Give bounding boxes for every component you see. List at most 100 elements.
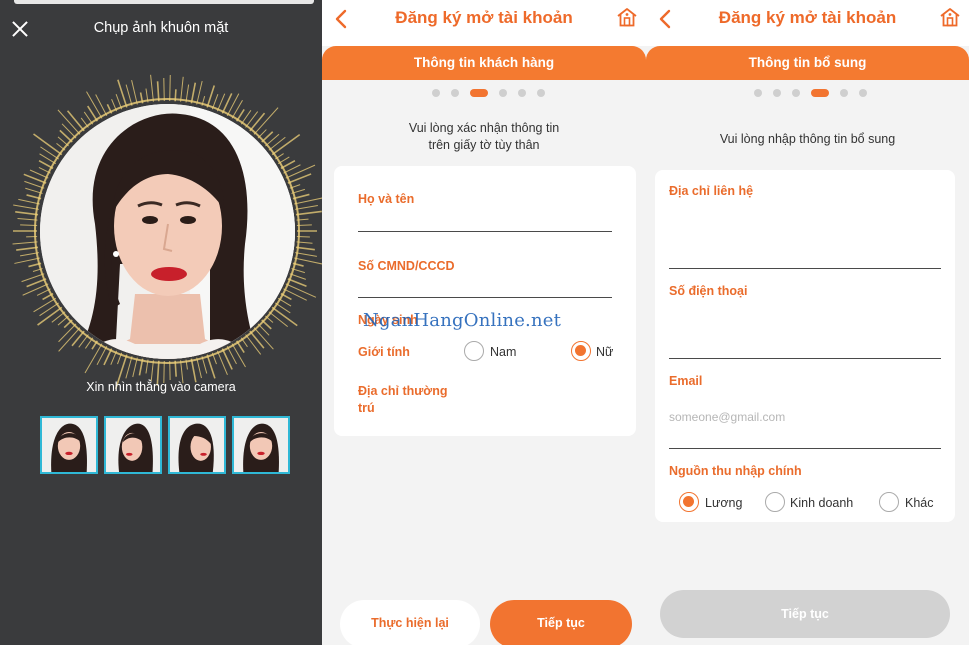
camera-frame-ray	[285, 283, 317, 298]
email-label: Email	[669, 374, 703, 388]
face-thumbnail-left[interactable]	[104, 416, 162, 474]
step-indicator	[754, 88, 867, 98]
income-radio-salary[interactable]	[679, 492, 699, 512]
section-title: Thông tin bổ sung	[646, 46, 969, 80]
camera-frame-ray	[14, 257, 40, 264]
step-dot	[518, 89, 526, 97]
instruction-line-2: trên giấy tờ tùy thân	[428, 138, 540, 152]
camera-frame-ray	[131, 79, 138, 105]
continue-button[interactable]: Tiếp tục	[490, 600, 632, 645]
gender-radio-female[interactable]	[571, 341, 591, 361]
income-option-business: Kinh doanh	[790, 496, 854, 510]
face-thumbnail-image	[170, 418, 224, 472]
camera-frame-ray	[190, 358, 197, 383]
contact-address-label: Địa chỉ liên hệ	[669, 184, 754, 198]
additional-info-card: Địa chỉ liên hệ Số điện thoại Email some…	[655, 170, 955, 522]
camera-frame-ray	[285, 164, 316, 179]
camera-frame-ray	[13, 204, 39, 210]
step-dot	[499, 89, 507, 97]
full-name-field[interactable]	[358, 231, 612, 232]
camera-frame-ray	[15, 211, 39, 216]
address-label-line-2: trú	[358, 401, 375, 415]
camera-frame-ray	[40, 146, 59, 160]
camera-frame-ray	[24, 180, 45, 189]
home-icon[interactable]	[616, 6, 638, 28]
camera-frame-ray	[295, 252, 317, 257]
camera-frame-ray	[226, 93, 240, 117]
gender-option-male: Nam	[490, 345, 517, 359]
camera-frame-ray	[283, 288, 307, 301]
instruction-line-1: Vui lòng xác nhận thông tin	[408, 121, 560, 135]
step-dot	[792, 89, 800, 97]
phone-label: Số điện thoại	[669, 284, 748, 298]
step-dot	[840, 89, 848, 97]
camera-frame-ray	[58, 323, 77, 343]
camera-frame-ray	[39, 302, 59, 317]
retry-button[interactable]: Thực hiện lại	[340, 600, 480, 645]
income-option-other: Khác	[905, 496, 934, 510]
camera-frame-ray	[180, 76, 184, 102]
camera-frame-ray	[37, 306, 63, 326]
step-indicator	[432, 88, 545, 98]
step-dot	[432, 89, 440, 97]
gender-radio-male[interactable]	[464, 341, 484, 361]
camera-frame-ray	[295, 210, 322, 216]
id-number-label: Số CMND/CCCD	[358, 259, 455, 273]
camera-frame-ray	[196, 357, 202, 379]
additional-info-screen: Đăng ký mở tài khoản Thông tin bổ sung V…	[646, 0, 969, 645]
camera-frame-ray	[249, 330, 265, 349]
continue-button-disabled[interactable]: Tiếp tục	[660, 590, 950, 638]
camera-frame-ray	[196, 80, 203, 105]
face-thumbnail-front[interactable]	[40, 416, 98, 474]
camera-frame-ray	[271, 306, 298, 327]
camera-preview	[40, 104, 295, 359]
instruction-text: Vui lòng nhập thông tin bổ sung	[719, 132, 896, 146]
step-dot	[451, 89, 459, 97]
full-name-label: Họ và tên	[358, 192, 415, 206]
phone-field[interactable]	[669, 358, 941, 359]
watermark-text: NganHangOnline.net	[363, 310, 562, 331]
step-dot	[754, 89, 762, 97]
camera-frame-ray	[150, 360, 154, 382]
camera-frame-ray	[22, 283, 49, 296]
camera-frame-ray	[95, 94, 108, 117]
customer-info-card: Họ và tên Số CMND/CCCD Ngày sinh Giới tí…	[334, 166, 636, 436]
page-title: Đăng ký mở tài khoản	[718, 8, 897, 27]
email-field[interactable]	[669, 448, 941, 449]
camera-frame-ray	[33, 297, 57, 313]
income-radio-other[interactable]	[879, 492, 899, 512]
app-header: Đăng ký mở tài khoản	[646, 0, 969, 46]
camera-frame-ray	[206, 85, 216, 108]
face-thumbnail-image	[106, 418, 160, 472]
contact-address-field[interactable]	[669, 268, 941, 269]
app-header: Đăng ký mở tài khoản	[322, 0, 646, 46]
camera-frame-ray	[16, 246, 39, 251]
step-dot	[773, 89, 781, 97]
email-placeholder: someone@gmail.com	[669, 410, 786, 424]
camera-frame-ray	[206, 354, 216, 379]
address-label-line-1: Địa chỉ thường	[358, 384, 448, 398]
camera-frame-ray	[268, 311, 288, 328]
camera-hint: Xin nhìn thẳng vào camera	[86, 380, 236, 394]
face-thumbnail-image	[234, 418, 288, 472]
camera-frame-ray	[268, 136, 286, 151]
face-thumbnail-right[interactable]	[168, 416, 226, 474]
camera-frame-ray	[253, 327, 274, 350]
face-thumbnail-image	[42, 418, 96, 472]
camera-frame-ray	[18, 198, 40, 205]
step-dot-active	[470, 89, 488, 97]
camera-frame-ray	[231, 343, 246, 368]
income-source-label: Nguồn thu nhập chính	[669, 464, 802, 478]
camera-frame-ray	[190, 82, 197, 104]
income-option-salary: Lương	[705, 496, 743, 510]
income-radio-business[interactable]	[765, 492, 785, 512]
id-number-field[interactable]	[358, 297, 612, 298]
camera-frame-ray	[245, 334, 262, 355]
camera-frame-ray	[294, 197, 322, 205]
home-icon[interactable]	[939, 6, 961, 28]
step-dot-active	[811, 89, 829, 97]
step-dot	[537, 89, 545, 97]
face-thumbnail-front-2[interactable]	[232, 416, 290, 474]
camera-frame-ray	[169, 75, 171, 102]
gender-option-female: Nữ	[596, 345, 614, 359]
